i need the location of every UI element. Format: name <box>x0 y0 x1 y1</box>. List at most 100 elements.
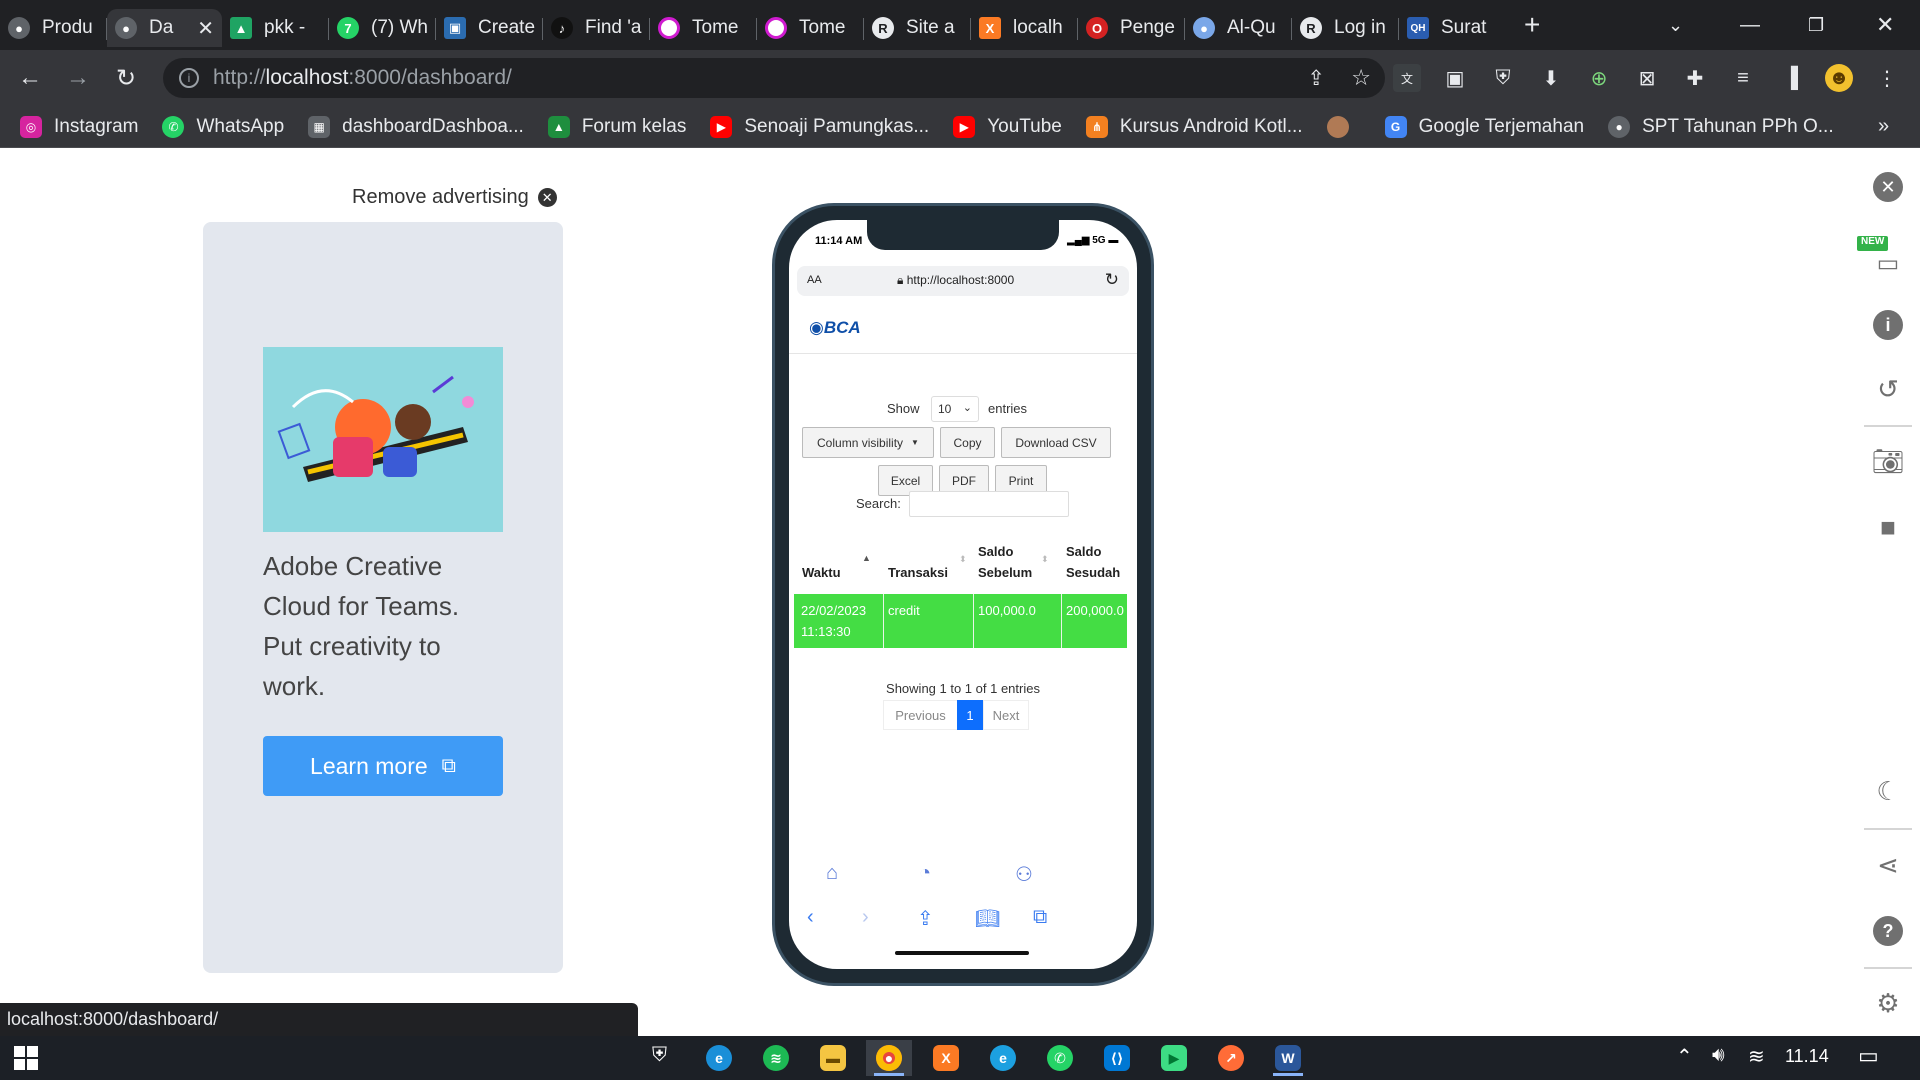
restore-button[interactable]: ❐ <box>1808 0 1824 50</box>
ad-card[interactable]: Adobe Creative Cloud for Teams. Put crea… <box>203 222 563 973</box>
browser-tab[interactable]: Tome <box>650 9 757 47</box>
taskbar-clock[interactable]: 11.14 <box>1785 1046 1829 1067</box>
safari-reload-icon[interactable]: ↻ <box>1105 270 1119 290</box>
browser-tab[interactable]: ♪ Find 'a <box>543 9 650 47</box>
minimize-button[interactable]: — <box>1740 0 1760 50</box>
chrome-icon[interactable]: ● <box>866 1040 912 1076</box>
learn-more-button[interactable]: Learn more ⧉ <box>263 736 503 796</box>
browser-tab[interactable]: R Site a <box>864 9 971 47</box>
more-bookmarks-icon[interactable]: » <box>1878 115 1889 138</box>
browser-tab[interactable]: ▲ pkk - <box>222 9 329 47</box>
extension-excel-icon[interactable]: ⊠ <box>1633 64 1661 92</box>
xampp-icon[interactable]: X <box>923 1040 969 1076</box>
browser-tab[interactable]: ● Al-Qu <box>1185 9 1292 47</box>
address-bar[interactable]: i http://localhost:8000/dashboard/ ⇪ ☆ <box>163 58 1385 98</box>
edge-dev-icon[interactable]: e <box>980 1040 1026 1076</box>
safari-back-icon[interactable]: ‹ <box>807 906 814 929</box>
browser-tab[interactable]: 7 (7) Wh <box>329 9 436 47</box>
browser-tab[interactable]: ● Produ <box>0 9 107 47</box>
bookmark-spt-tahunan[interactable]: ● SPT Tahunan PPh O... <box>1608 115 1834 138</box>
header-saldo-sebelum[interactable]: Saldo Sebelum <box>978 541 1038 583</box>
back-button[interactable]: ← <box>10 58 50 98</box>
bookmark-kursus-android[interactable]: ⋔ Kursus Android Kotl... <box>1085 115 1303 138</box>
column-visibility-button[interactable]: Column visibility ▼ <box>802 427 934 458</box>
table-search-input[interactable] <box>909 491 1069 517</box>
remove-advertising-link[interactable]: Remove advertising ✕ <box>352 186 557 209</box>
reload-button[interactable]: ↻ <box>106 58 146 98</box>
security-shield-icon[interactable]: ⛨ <box>652 1044 667 1067</box>
chrome-menu-icon[interactable]: ⋮ <box>1873 64 1901 92</box>
bca-logo[interactable]: ◉BCA <box>809 318 861 338</box>
bookmark-youtube[interactable]: ▶ YouTube <box>953 115 1062 138</box>
extension-download-icon[interactable]: ⬇ <box>1537 64 1565 92</box>
bookmark-instagram[interactable]: ◎ Instagram <box>20 115 138 138</box>
video-icon[interactable]: ■ <box>1873 512 1903 542</box>
browser-tab[interactable]: QH Surat <box>1399 9 1506 47</box>
extension-pip-icon[interactable]: ▣ <box>1441 64 1469 92</box>
moon-icon[interactable]: ☾ <box>1873 776 1903 806</box>
side-panel-icon[interactable]: ▐ <box>1777 64 1805 92</box>
spotify-icon[interactable]: ≋ <box>753 1040 799 1076</box>
close-window-button[interactable]: ✕ <box>1876 0 1894 50</box>
safari-forward-icon[interactable]: › <box>862 906 869 929</box>
extension-translate-icon[interactable]: 文 <box>1393 64 1421 92</box>
header-saldo-sesudah[interactable]: Saldo Sesudah <box>1066 541 1126 583</box>
header-waktu[interactable]: Waktu <box>802 562 841 583</box>
info-icon[interactable]: i <box>1873 310 1903 340</box>
camera-icon[interactable]: 📷︎ <box>1872 446 1905 476</box>
site-info-icon[interactable]: i <box>179 68 199 88</box>
previous-page-button[interactable]: Previous <box>883 700 958 730</box>
safari-bookmarks-icon[interactable]: 📖︎ <box>975 906 1000 931</box>
chart-pie-icon[interactable]: ◔ <box>919 862 931 885</box>
postman-icon[interactable]: ↗ <box>1208 1040 1254 1076</box>
word-icon[interactable]: W <box>1265 1040 1311 1076</box>
browser-tab[interactable]: Xlocalh <box>971 9 1078 47</box>
profile-avatar[interactable]: ☻ <box>1825 64 1853 92</box>
header-transaksi[interactable]: Transaksi <box>888 562 948 583</box>
new-tab-button[interactable]: + <box>1524 9 1540 41</box>
bookmark-avatar[interactable] <box>1326 115 1361 138</box>
next-page-button[interactable]: Next <box>983 700 1029 730</box>
bookmark-dashboard[interactable]: ▦ dashboardDashboa... <box>308 115 524 138</box>
safari-address-bar[interactable]: AA 🔒︎ http://localhost:8000 ↻ <box>797 266 1129 296</box>
vscode-icon[interactable]: ⟨⟩ <box>1094 1040 1140 1076</box>
copy-button[interactable]: Copy <box>940 427 995 458</box>
wifi-icon[interactable]: ≋ <box>1748 1044 1765 1069</box>
rotate-icon[interactable]: ↺ <box>1873 374 1903 404</box>
volume-icon[interactable]: 🔊︎ <box>1712 1044 1725 1067</box>
bookmark-google-translate[interactable]: G Google Terjemahan <box>1384 115 1584 138</box>
reading-list-icon[interactable]: ≡ <box>1729 64 1757 92</box>
home-icon[interactable]: ⌂ <box>826 862 838 885</box>
android-studio-icon[interactable]: ▶ <box>1151 1040 1197 1076</box>
close-circle-icon[interactable]: ✕ <box>1873 172 1903 202</box>
safari-share-icon[interactable]: ⇪ <box>917 906 934 931</box>
extensions-puzzle-icon[interactable]: ✚ <box>1681 64 1709 92</box>
close-tab-icon[interactable]: ✕ <box>197 16 214 41</box>
browser-tab-active[interactable]: ● Da ✕ <box>107 9 222 47</box>
edge-icon[interactable]: e <box>696 1040 742 1076</box>
share-icon[interactable]: ⋖ <box>1873 850 1903 880</box>
extension-shield-icon[interactable]: ⛨ <box>1489 64 1517 92</box>
home-indicator[interactable] <box>895 951 1029 955</box>
download-csv-button[interactable]: Download CSV <box>1001 427 1111 458</box>
share-icon[interactable]: ⇪ <box>1307 66 1325 91</box>
page-1-button[interactable]: 1 <box>957 700 983 730</box>
browser-tab[interactable]: Tome <box>757 9 864 47</box>
browser-tab[interactable]: O Penge <box>1078 9 1185 47</box>
bookmark-whatsapp[interactable]: ✆ WhatsApp <box>162 115 284 138</box>
tray-chevron-icon[interactable]: ⌃ <box>1676 1044 1693 1069</box>
whatsapp-icon[interactable]: ✆ <box>1037 1040 1083 1076</box>
forward-button[interactable]: → <box>58 58 98 98</box>
notification-icon[interactable]: ▭ <box>1858 1043 1879 1069</box>
file-explorer-icon[interactable]: ▬ <box>810 1040 856 1076</box>
bookmark-star-icon[interactable]: ☆ <box>1351 65 1371 91</box>
browser-tab[interactable]: ▣ Create <box>436 9 543 47</box>
safari-tabs-icon[interactable]: ⧉ <box>1033 906 1047 929</box>
devices-icon[interactable]: ▭ <box>1873 248 1903 278</box>
bookmark-forum-kelas[interactable]: ▲ Forum kelas <box>547 115 686 138</box>
browser-tab[interactable]: R Log in <box>1292 9 1399 47</box>
user-icon[interactable]: ⚇ <box>1015 862 1033 887</box>
bookmark-senoaji[interactable]: ▶ Senoaji Pamungkas... <box>710 115 929 138</box>
safari-text-size-button[interactable]: AA <box>807 274 822 286</box>
extension-add-icon[interactable]: ⊕ <box>1585 64 1613 92</box>
